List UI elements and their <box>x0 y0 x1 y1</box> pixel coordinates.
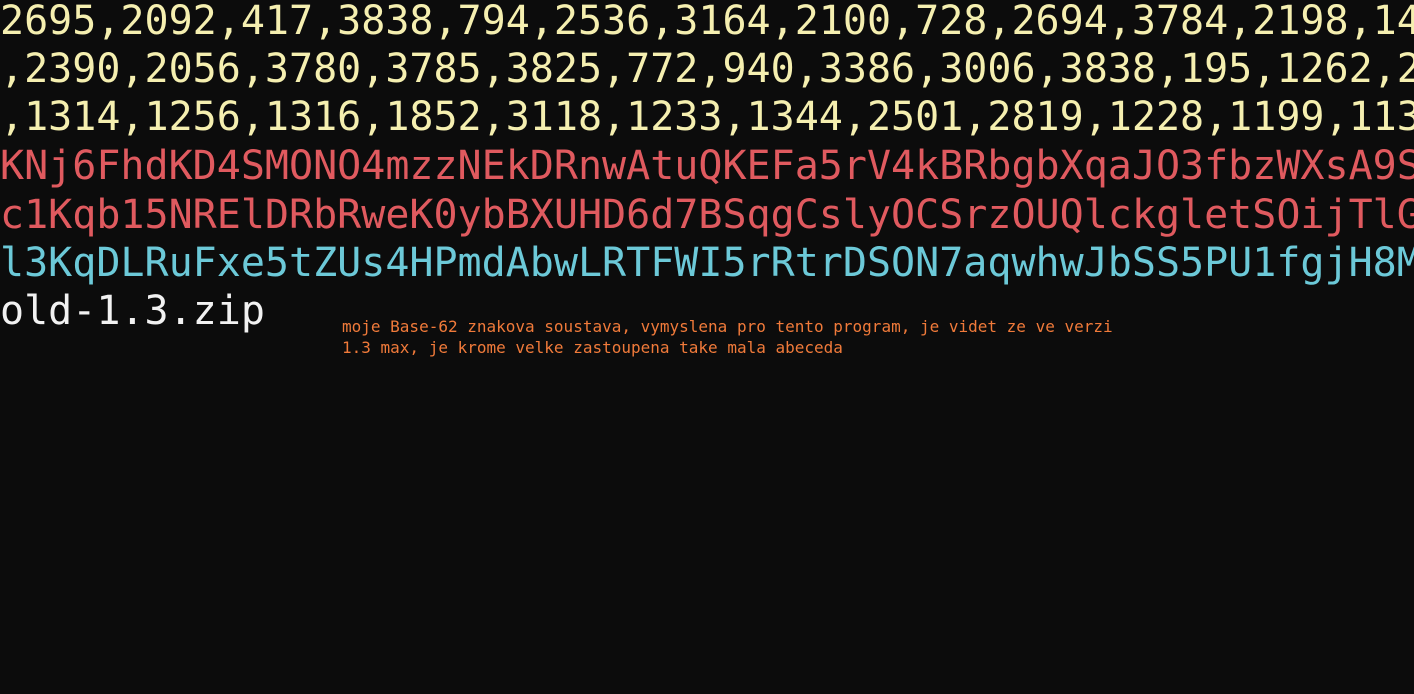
number-line-1: 2695,2092,417,3838,794,2536,3164,2100,72… <box>0 0 1414 44</box>
number-line-3: ,1314,1256,1316,1852,3118,1233,1344,2501… <box>0 94 1414 140</box>
encoded-line-3: l3KqDLRuFxe5tZUs4HPmdAbwLRTFWI5rRtrDSON7… <box>0 240 1414 286</box>
number-line-2: ,2390,2056,3780,3785,3825,772,940,3386,3… <box>0 46 1414 92</box>
filename-line: old-1.3.zip <box>0 288 265 334</box>
annotation-text: moje Base-62 znakova soustava, vymyslena… <box>342 317 1113 357</box>
encoded-line-2: c1Kqb15NRElDRbRweK0ybBXUHD6d7BSqgCslyOCS… <box>0 192 1414 238</box>
terminal-window: 2695,2092,417,3838,794,2536,3164,2100,72… <box>0 0 1414 694</box>
encoded-line-1: KNj6FhdKD4SMONO4mzzNEkDRnwAtuQKEFa5rV4kB… <box>0 143 1414 189</box>
